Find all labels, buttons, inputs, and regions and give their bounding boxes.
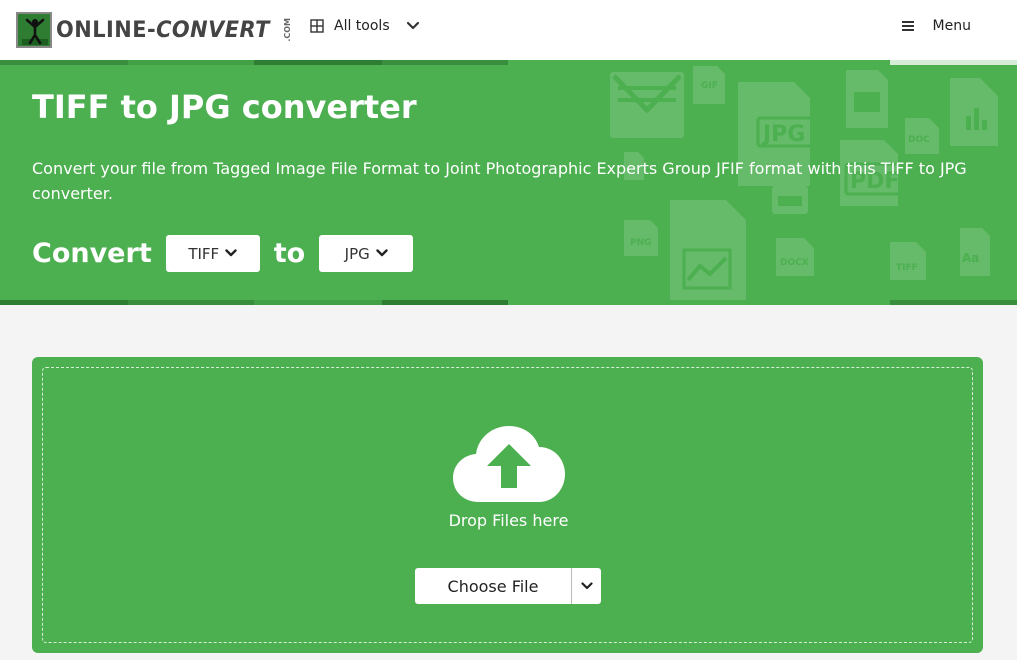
dropzone-dashed-border: Drop Files here Choose File (42, 367, 973, 643)
source-format-select[interactable]: TIFF (165, 235, 260, 272)
choose-file-options-button[interactable] (571, 568, 601, 604)
to-label: to (273, 238, 306, 269)
logo-wordmark: ONLINE-CONVERT (56, 17, 270, 43)
page-description: Convert your file from Tagged Image File… (32, 159, 967, 203)
menu-label: Menu (932, 18, 971, 34)
gif-icon-label: GIF (701, 81, 718, 91)
font-icon-label: Aa (962, 251, 979, 265)
drop-files-text: Drop Files here (448, 511, 569, 530)
convert-label: Convert (32, 238, 152, 269)
choose-file-group: Choose File (415, 568, 601, 604)
logo-com: .COM (283, 18, 293, 42)
chevron-down-icon (406, 21, 419, 30)
grid-icon (310, 19, 324, 33)
cloud-upload-icon (453, 426, 565, 502)
chevron-down-icon (376, 249, 388, 257)
target-format-value: JPG (344, 244, 370, 263)
menu-button[interactable]: Menu (901, 18, 971, 34)
hero-top-stripe (0, 60, 1017, 65)
choose-file-button[interactable]: Choose File (415, 568, 571, 604)
jpg-icon-label: JPG (761, 122, 805, 147)
chevron-down-icon (225, 249, 237, 257)
tiff-icon-label: TIFF (896, 263, 918, 273)
site-header: ONLINE-CONVERT .COM All tools Menu (0, 0, 1017, 60)
all-tools-label: All tools (334, 18, 390, 34)
all-tools-dropdown[interactable]: All tools (310, 18, 420, 34)
hamburger-icon (901, 21, 914, 31)
site-logo[interactable]: ONLINE-CONVERT .COM (16, 12, 292, 48)
docx-icon-label: DOCX (780, 258, 809, 268)
target-format-select[interactable]: JPG (319, 235, 414, 272)
conversion-selector: Convert TIFF to JPG (32, 235, 414, 272)
file-dropzone[interactable]: Drop Files here Choose File (32, 357, 983, 653)
png-icon-label: PNG (630, 238, 652, 248)
page-title: TIFF to JPG converter (32, 88, 417, 126)
doc-icon-label: DOC (908, 135, 930, 145)
logo-figure-icon (16, 12, 52, 48)
chevron-down-icon (580, 581, 593, 589)
hero-bottom-stripe (0, 300, 1017, 305)
hero-banner: GIF JPG PDF PNG DOCX TIFF Aa DOC TIFF to… (0, 60, 1017, 305)
source-format-value: TIFF (188, 244, 220, 263)
